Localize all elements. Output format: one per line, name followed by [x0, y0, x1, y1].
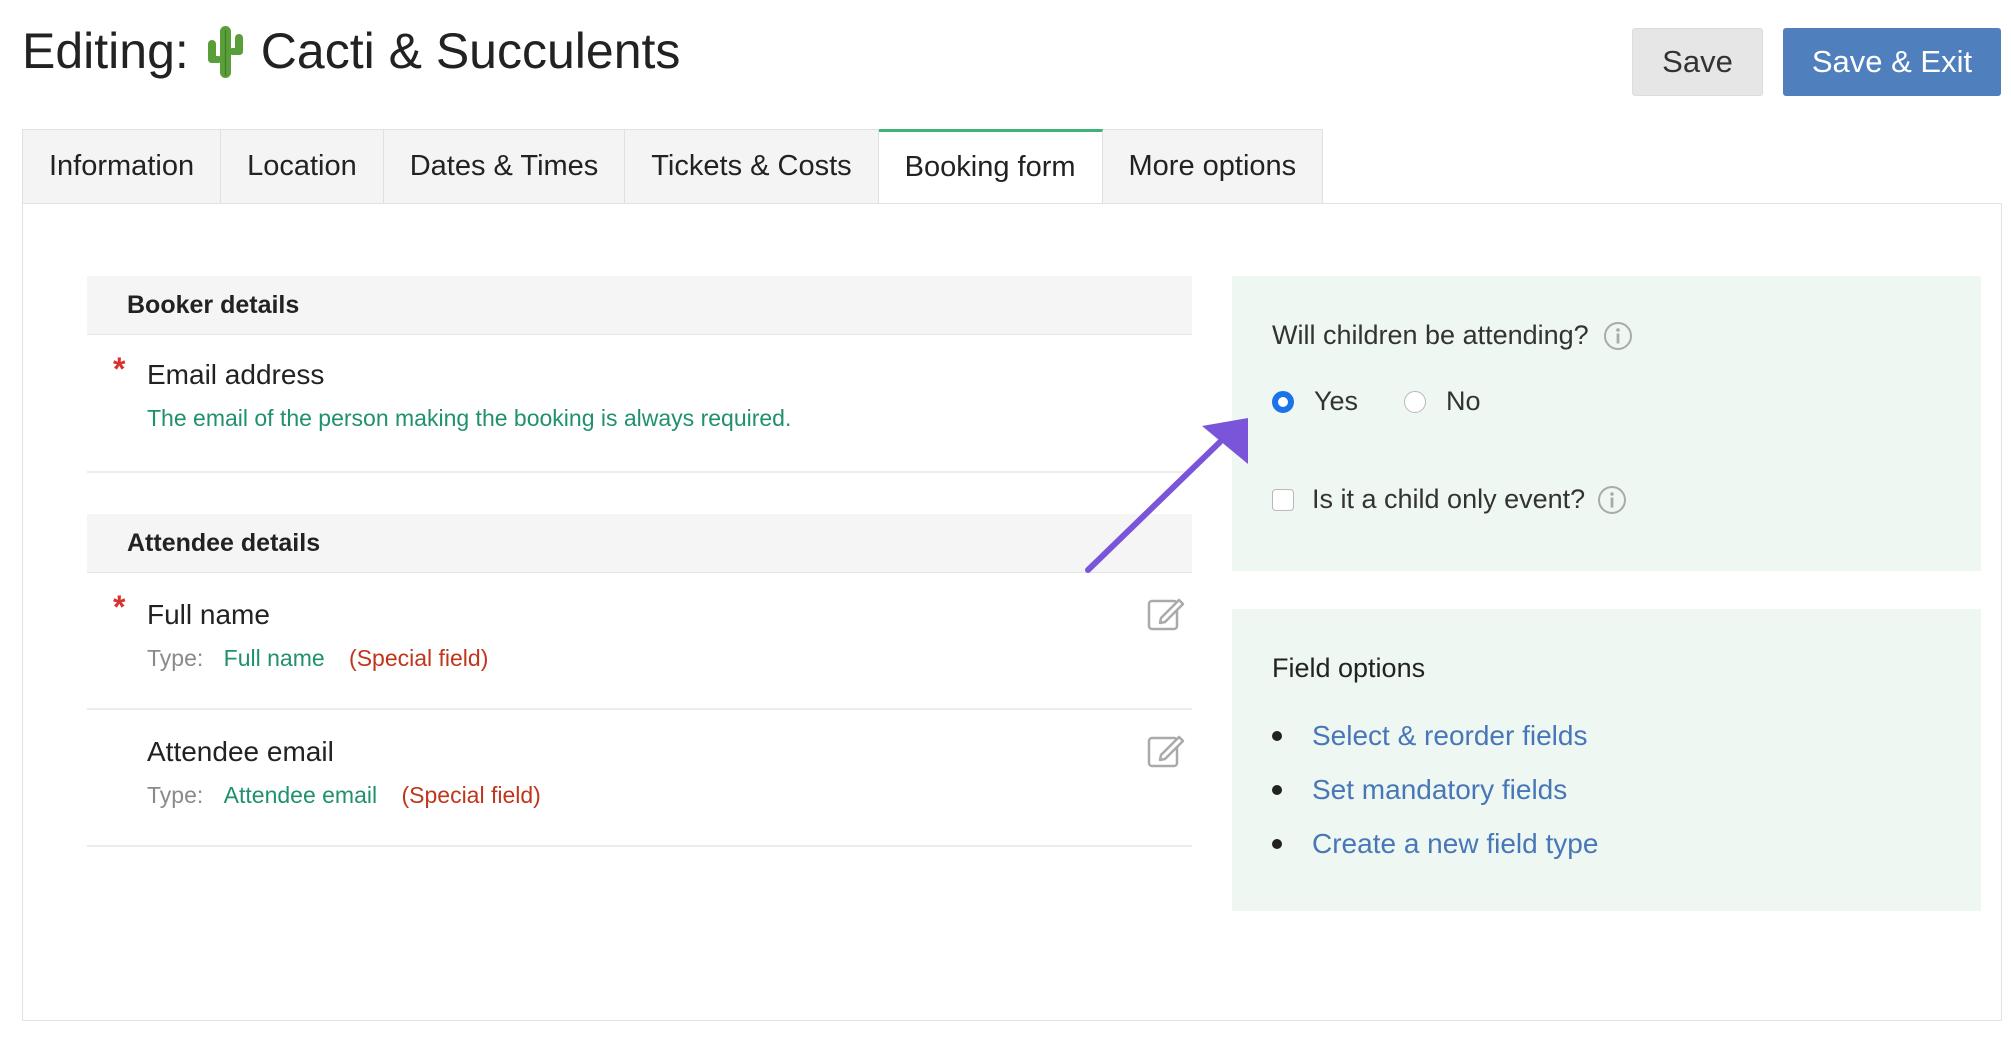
field-label: Full name [147, 599, 270, 630]
field-label: Email address [147, 359, 325, 390]
children-question: Will children be attending? [1272, 320, 1633, 351]
children-question-label: Will children be attending? [1272, 320, 1589, 350]
tab-dates-times[interactable]: Dates & Times [383, 129, 626, 204]
cactus-icon [207, 26, 243, 78]
radio-yes[interactable]: Yes [1272, 386, 1358, 417]
booking-form-panel: Booker details * Email address The email… [22, 203, 2002, 1021]
special-tag: (Special field) [401, 782, 541, 808]
select-reorder-fields-link[interactable]: Select & reorder fields [1312, 720, 1587, 752]
bullet-icon [1272, 839, 1282, 849]
field-options-title: Field options [1272, 653, 1426, 683]
set-mandatory-fields-link[interactable]: Set mandatory fields [1312, 774, 1567, 806]
radio-no-label: No [1446, 386, 1481, 416]
tab-booking-form[interactable]: Booking form [878, 129, 1103, 204]
attendee-details-heading: Attendee details [87, 514, 1192, 573]
list-item: Set mandatory fields [1272, 763, 1598, 817]
field-label: Attendee email [147, 736, 334, 767]
booker-details-heading: Booker details [87, 276, 1192, 335]
type-prefix: Type: [147, 645, 204, 671]
required-asterisk: * [113, 589, 126, 625]
special-tag: (Special field) [349, 645, 489, 671]
tab-bar: Information Location Dates & Times Ticke… [22, 129, 1324, 204]
bullet-icon [1272, 785, 1282, 795]
type-prefix: Type: [147, 782, 204, 808]
create-field-type-link[interactable]: Create a new field type [1312, 828, 1598, 860]
type-value: Attendee email [223, 782, 378, 808]
field-options-list: Select & reorder fields Set mandatory fi… [1272, 709, 1598, 871]
title-prefix: Editing: [22, 23, 189, 79]
child-only-checkbox[interactable]: Is it a child only event? [1272, 484, 1627, 515]
list-item: Create a new field type [1272, 817, 1598, 871]
save-exit-button[interactable]: Save & Exit [1783, 28, 2001, 96]
field-type-line: Type: Attendee email (Special field) [147, 782, 541, 809]
attendee-field-row: * Full name Type: Full name (Special fie… [87, 573, 1192, 710]
field-note: The email of the person making the booki… [147, 405, 792, 431]
children-options-box: Will children be attending? Yes No Is it… [1232, 276, 1981, 571]
save-button[interactable]: Save [1632, 28, 1763, 96]
page-title: Editing: Cacti & Succulents [22, 22, 680, 80]
radio-no-control[interactable] [1404, 390, 1426, 413]
radio-yes-control[interactable] [1272, 390, 1294, 413]
email-address-row: * Email address The email of the person … [87, 335, 1192, 473]
bullet-icon [1272, 731, 1282, 741]
list-item: Select & reorder fields [1272, 709, 1598, 763]
edit-icon[interactable] [1146, 730, 1186, 770]
info-icon[interactable] [1603, 321, 1633, 351]
required-asterisk: * [113, 351, 126, 387]
attendee-field-row: Attendee email Type: Attendee email (Spe… [87, 710, 1192, 847]
tab-more-options[interactable]: More options [1102, 129, 1324, 204]
tab-location[interactable]: Location [221, 129, 384, 204]
radio-no[interactable]: No [1404, 386, 1481, 417]
type-value: Full name [223, 645, 325, 671]
field-options-box: Field options Select & reorder fields Se… [1232, 609, 1981, 911]
tab-information[interactable]: Information [22, 129, 222, 204]
tab-tickets-costs[interactable]: Tickets & Costs [625, 129, 879, 204]
radio-yes-label: Yes [1314, 386, 1359, 416]
field-type-line: Type: Full name (Special field) [147, 645, 488, 672]
child-only-label: Is it a child only event? [1312, 484, 1586, 514]
info-icon[interactable] [1597, 485, 1627, 515]
title-event-name: Cacti & Succulents [260, 23, 681, 79]
edit-icon[interactable] [1146, 593, 1186, 633]
child-only-checkbox-control[interactable] [1272, 488, 1294, 511]
